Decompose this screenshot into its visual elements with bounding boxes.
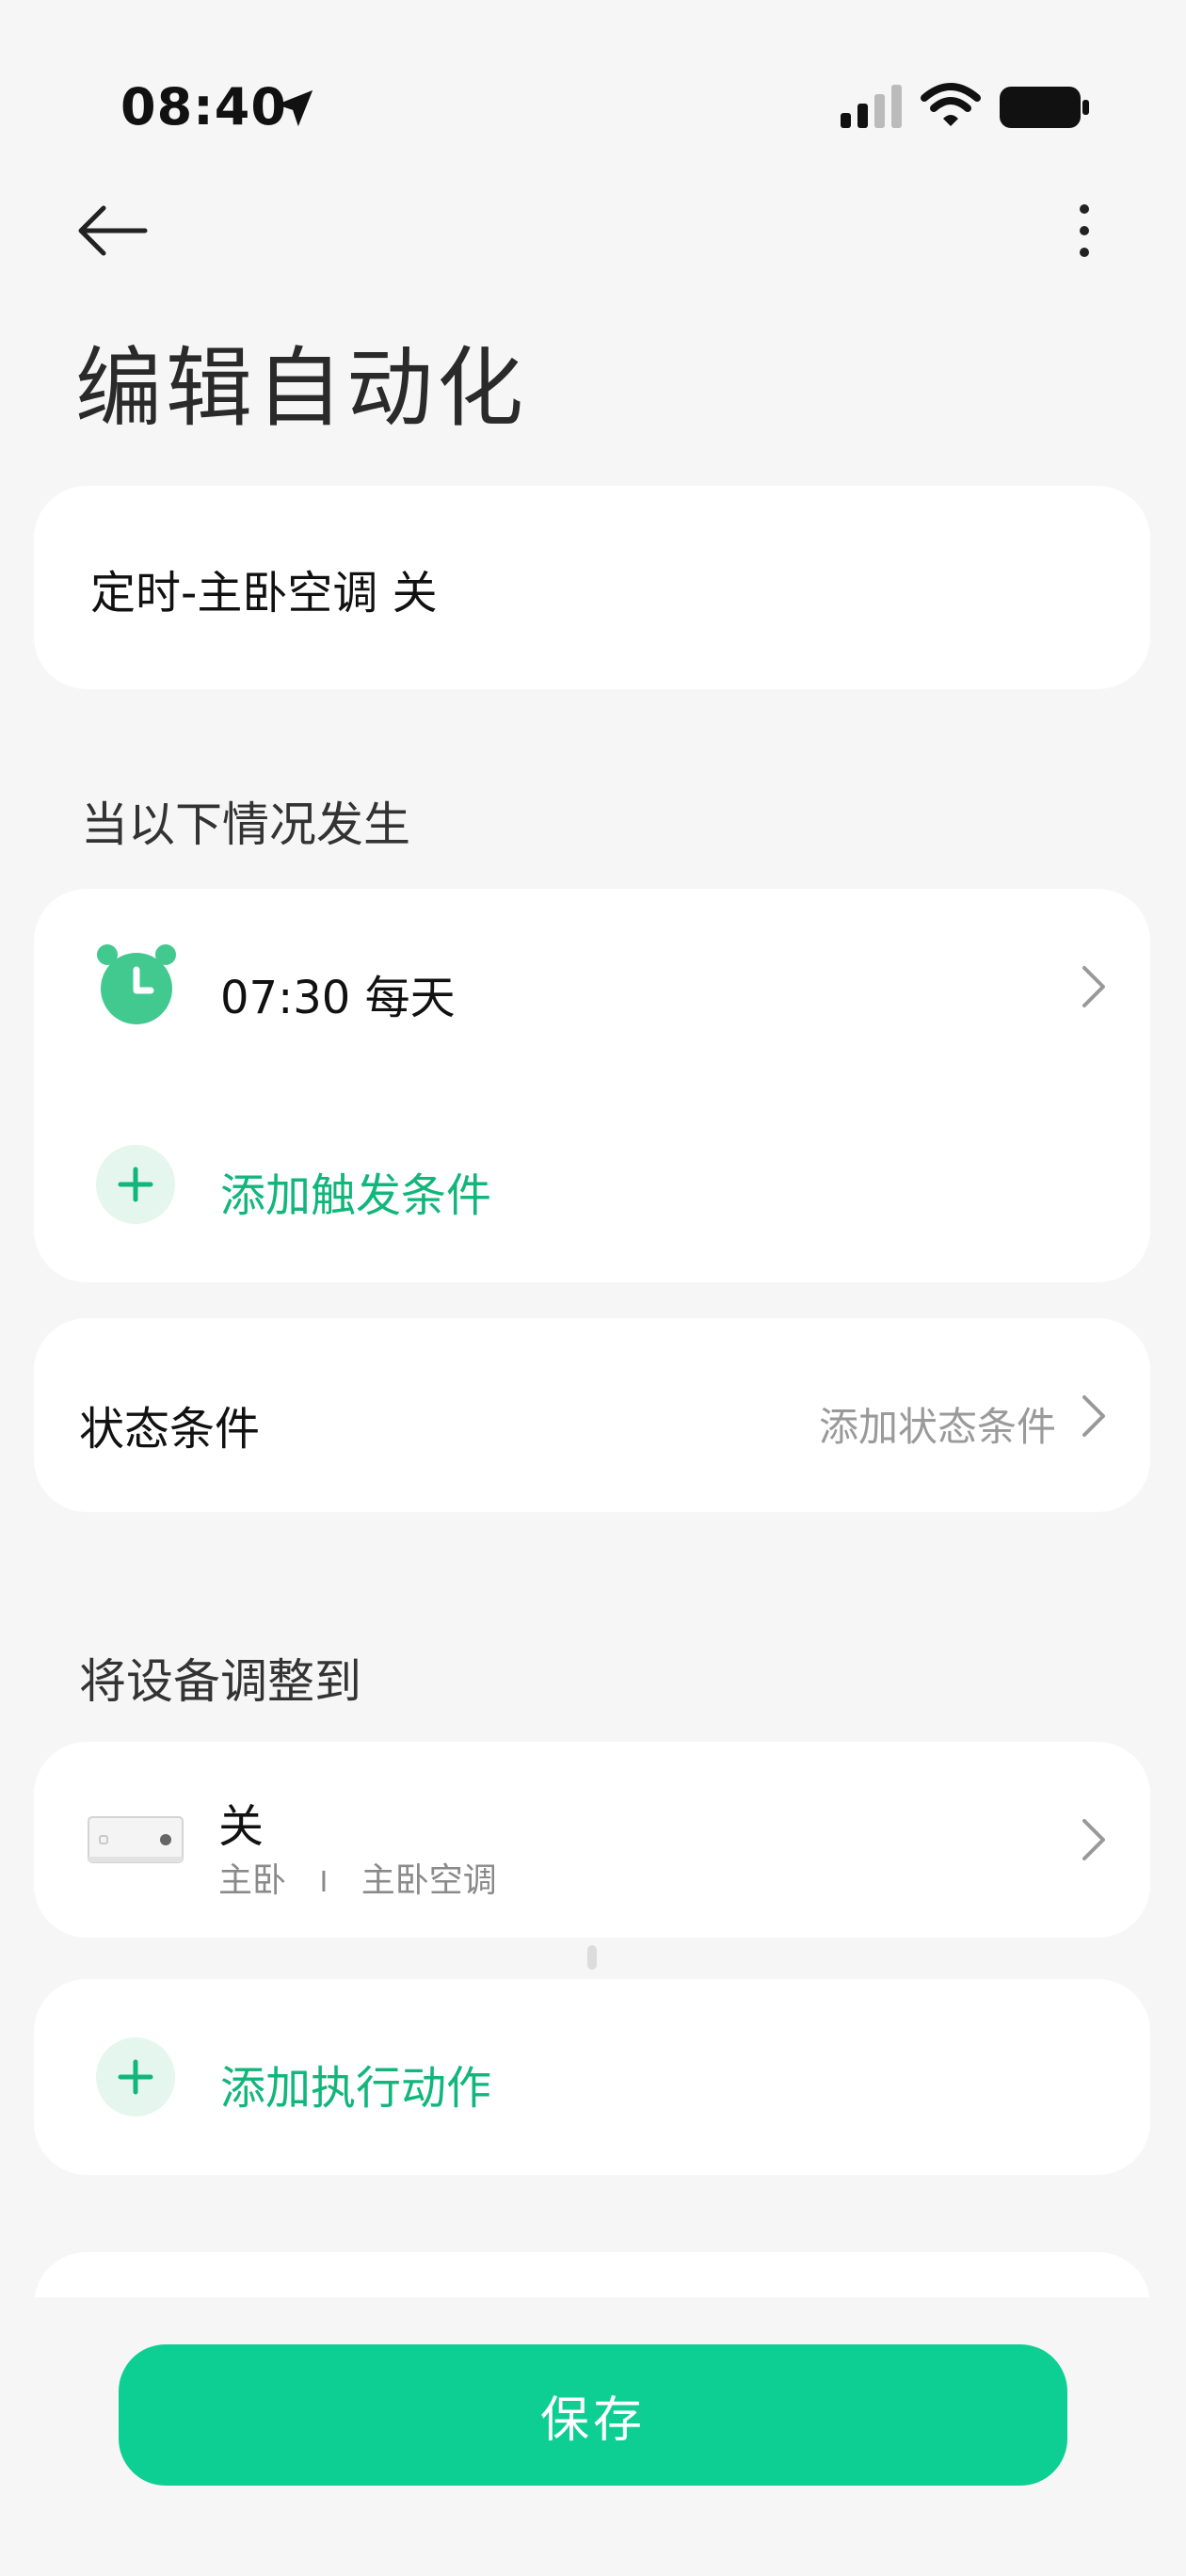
wifi-icon [921,83,981,126]
cellular-signal-icon [841,85,902,128]
action-separator: I [319,1866,329,1899]
action-subtitle: 主卧 I 主卧空调 [218,1853,497,1902]
add-trigger-button[interactable]: 添加触发条件 [220,1158,491,1224]
save-button[interactable]: 保存 [119,2344,1067,2486]
air-conditioner-icon [88,1816,184,1863]
location-arrow-icon [276,89,313,127]
chevron-right-icon[interactable] [1079,1393,1109,1439]
chevron-right-icon[interactable] [1079,964,1109,1009]
alarm-clock-icon [97,944,176,1024]
status-time: 08:40 [120,77,287,137]
trigger-section-label: 当以下情况发生 [81,797,410,852]
add-trigger-plus-icon[interactable] [96,1145,175,1224]
page-title: 编辑自动化 [75,338,528,439]
back-arrow-icon[interactable] [75,198,151,264]
add-action-plus-icon[interactable] [96,2037,175,2117]
condition-label: 状态条件 [79,1403,261,1456]
trigger-card [34,889,1150,1282]
action-section-label: 将设备调整到 [79,1654,361,1709]
more-vertical-icon[interactable] [1064,198,1105,264]
add-action-button[interactable]: 添加执行动作 [220,2051,491,2117]
action-device: 主卧空调 [361,1861,497,1900]
battery-icon [1000,87,1089,128]
add-condition-button[interactable]: 添加状态条件 [819,1395,1056,1453]
add-action-card[interactable] [34,1979,1150,2175]
action-card[interactable] [34,1742,1150,1938]
action-title: 关 [218,1800,264,1853]
drag-handle[interactable] [587,1945,597,1970]
chevron-right-icon[interactable] [1079,1817,1109,1862]
automation-name[interactable]: 定时-主卧空调 关 [90,555,438,621]
action-room: 主卧 [218,1861,287,1900]
trigger-item-time[interactable]: 07:30 每天 [220,960,456,1026]
